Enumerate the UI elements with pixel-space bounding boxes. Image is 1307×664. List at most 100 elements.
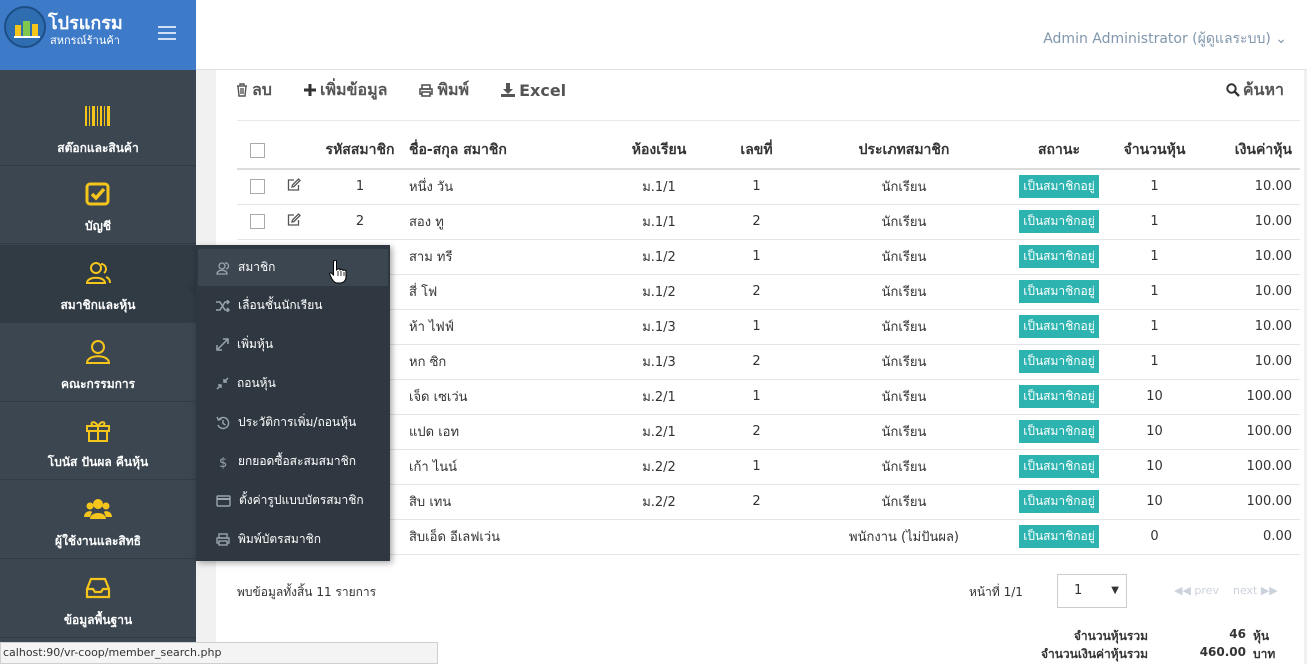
column-header[interactable]: รหัสสมาชิก <box>311 132 409 170</box>
user-icon <box>85 340 111 364</box>
cell-name: แปด เอท <box>409 414 604 450</box>
cell-name: สิบเอ็ด อีเลฟเว่น <box>409 519 604 555</box>
submenu-item-history[interactable]: ประวัติการเพิ่ม/ถอนหุ้น <box>198 404 388 441</box>
add-button[interactable]: เพิ่มข้อมูล <box>303 78 388 103</box>
table-row[interactable]: สิบ เทน ม.2/2 2 นักเรียน เป็นสมาชิกอยู่ 10 100… <box>237 484 1300 520</box>
cell-amount: 10.00 <box>1200 344 1300 380</box>
sidebar-item-committee[interactable]: คณะกรรมการ <box>0 324 196 402</box>
cell-type: พนักงาน (ไม่ปันผล) <box>799 519 1009 555</box>
cell-shares: 0 <box>1109 519 1200 555</box>
users-icon <box>85 262 111 284</box>
total-shares-label: จำนวนหุ้นรวม <box>1073 629 1148 643</box>
row-edit-cell <box>277 169 311 205</box>
excel-label: Excel <box>519 80 567 100</box>
menu-toggle-icon[interactable] <box>158 26 176 40</box>
cell-name: หนึ่ง วัน <box>409 169 604 205</box>
cell-no: 1 <box>714 239 799 275</box>
sidebar-item-users[interactable]: ผู้ใช้งานและสิทธิ <box>0 481 196 559</box>
divider <box>237 120 1300 121</box>
select-all-cell <box>237 132 277 170</box>
cell-shares: 1 <box>1109 204 1200 240</box>
column-header[interactable]: ประเภทสมาชิก <box>799 132 1009 170</box>
cell-name: เจ็ด เซเว่น <box>409 379 604 415</box>
submenu-item-promote[interactable]: เลื่อนชั้นนักเรียน <box>198 287 388 324</box>
page-select-value: 1 <box>1074 583 1083 598</box>
cell-type: นักเรียน <box>799 309 1009 345</box>
row-checkbox[interactable] <box>249 214 265 229</box>
column-header[interactable]: ชื่อ-สกุล สมาชิก <box>409 132 604 170</box>
cell-no: 2 <box>714 344 799 380</box>
print-button[interactable]: พิมพ์ <box>419 78 469 103</box>
submenu-label: ยกยอดซื้อสะสมสมาชิก <box>238 454 357 468</box>
check-square-icon <box>85 182 110 206</box>
table-row[interactable]: 2 สอง ทู ม.1/1 2 นักเรียน เป็นสมาชิกอยู่ 1 10.0… <box>237 204 1300 240</box>
sidebar-item-members[interactable]: สมาชิกและหุ้น <box>0 245 196 323</box>
column-header[interactable]: เลขที่ <box>714 132 799 170</box>
submenu-item-carry-forward[interactable]: $ ยกยอดซื้อสะสมสมาชิก <box>198 443 388 480</box>
brand-subtitle: สหกรณ์ร้านค้า <box>50 34 120 47</box>
search-icon <box>1226 83 1240 97</box>
sidebar-item-masterdata[interactable]: ข้อมูลพื้นฐาน <box>0 560 196 638</box>
column-header[interactable]: จำนวนหุ้น <box>1109 132 1200 170</box>
table-row[interactable]: สิบเอ็ด อีเลฟเว่น พนักงาน (ไม่ปันผล) เป็นส… <box>237 519 1300 555</box>
total-shares-row: จำนวนหุ้นรวม 46 หุ้น <box>1016 627 1306 645</box>
table-row[interactable]: หก ซิก ม.1/3 2 นักเรียน เป็นสมาชิกอยู่ 1 10.00 <box>237 344 1300 380</box>
cell-name: สาม ทรี <box>409 239 604 275</box>
submenu-item-print-cards[interactable]: พิมพ์บัตรสมาชิก <box>198 521 388 558</box>
table-row[interactable]: ห้า ไฟฟ์ ม.1/3 1 นักเรียน เป็นสมาชิกอยู่ 1 10.… <box>237 309 1300 345</box>
user-menu[interactable]: Admin Administrator (ผู้ดูแลระบบ) ⌄ <box>1043 28 1287 50</box>
gift-icon <box>86 421 110 442</box>
total-amount-row: จำนวนเงินค่าหุ้นรวม 460.00 บาท <box>1016 645 1306 663</box>
table-row[interactable]: เจ็ด เซเว่น ม.2/1 1 นักเรียน เป็นสมาชิกอยู่ 1… <box>237 379 1300 415</box>
shuffle-icon <box>216 299 230 312</box>
cell-shares: 1 <box>1109 169 1200 205</box>
submenu-label: พิมพ์บัตรสมาชิก <box>238 532 321 546</box>
status-badge: เป็นสมาชิกอยู่ <box>1019 245 1099 268</box>
members-table: รหัสสมาชิก ชื่อ-สกุล สมาชิก ห้องเรียน เล… <box>237 132 1300 555</box>
column-header[interactable]: สถานะ <box>1009 132 1109 170</box>
edit-icon[interactable] <box>287 178 301 191</box>
cell-room: ม.1/2 <box>604 274 714 310</box>
submenu-item-card-settings[interactable]: ตั้งค่ารูปแบบบัตรสมาชิก <box>198 482 388 519</box>
sidebar-item-bonus[interactable]: โบนัส ปันผล คืนหุ้น <box>0 402 196 480</box>
sidebar-item-label: สต๊อกและสินค้า <box>57 141 139 155</box>
status-badge: เป็นสมาชิกอยู่ <box>1019 350 1099 373</box>
excel-button[interactable]: Excel <box>501 81 566 100</box>
table-row[interactable]: สาม ทรี ม.1/2 1 นักเรียน เป็นสมาชิกอยู่ 1 10.0… <box>237 239 1300 275</box>
table-row[interactable]: 1 หนึ่ง วัน ม.1/1 1 นักเรียน เป็นสมาชิกอยู่ 1 1… <box>237 169 1300 205</box>
trash-icon <box>237 83 247 97</box>
submenu-item-members[interactable]: สมาชิก <box>198 249 388 286</box>
group-icon <box>84 499 112 519</box>
submenu-item-withdraw-shares[interactable]: ถอนหุ้น <box>198 365 388 402</box>
table-header-row: รหัสสมาชิก ชื่อ-สกุล สมาชิก ห้องเรียน เล… <box>237 132 1300 170</box>
cell-type: นักเรียน <box>799 274 1009 310</box>
delete-button[interactable]: ลบ <box>236 78 272 103</box>
table-row[interactable]: เก้า ไนน์ ม.2/2 1 นักเรียน เป็นสมาชิกอยู่ 10 1… <box>237 449 1300 485</box>
cell-amount: 10.00 <box>1200 239 1300 275</box>
sidebar-item-stock[interactable]: สต๊อกและสินค้า <box>0 88 196 166</box>
page-select[interactable]: 1 ▼ <box>1057 574 1127 608</box>
prev-link[interactable]: ◀◀ prev <box>1174 584 1219 597</box>
cell-type: นักเรียน <box>799 379 1009 415</box>
submenu-item-add-shares[interactable]: เพิ่มหุ้น <box>198 326 388 363</box>
cell-shares: 10 <box>1109 414 1200 450</box>
column-header[interactable]: เงินค่าหุ้น <box>1200 132 1300 170</box>
edit-icon[interactable] <box>287 213 301 226</box>
brand-header[interactable]: โปรแกรม สหกรณ์ร้านค้า <box>0 0 196 70</box>
table-row[interactable]: แปด เอท ม.2/1 2 นักเรียน เป็นสมาชิกอยู่ 10 100… <box>237 414 1300 450</box>
search-button[interactable]: ค้นหา <box>1226 76 1284 104</box>
coop-logo <box>4 6 46 48</box>
row-checkbox[interactable] <box>249 179 265 195</box>
sidebar-item-label: บัญชี <box>85 219 111 233</box>
cell-no: 1 <box>714 309 799 345</box>
next-link[interactable]: next ▶▶ <box>1233 584 1278 597</box>
cell-id: 2 <box>311 204 409 240</box>
column-header[interactable]: ห้องเรียน <box>604 132 714 170</box>
sidebar-item-accounting[interactable]: บัญชี <box>0 166 196 244</box>
table-row[interactable]: สี่ โฟ ม.1/2 2 นักเรียน เป็นสมาชิกอยู่ 1 10.00 <box>237 274 1300 310</box>
add-label: เพิ่มข้อมูล <box>319 79 388 99</box>
select-all-checkbox[interactable] <box>249 142 265 158</box>
status-badge: เป็นสมาชิกอยู่ <box>1019 490 1099 513</box>
cell-type: นักเรียน <box>799 449 1009 485</box>
cell-type: นักเรียน <box>799 169 1009 205</box>
